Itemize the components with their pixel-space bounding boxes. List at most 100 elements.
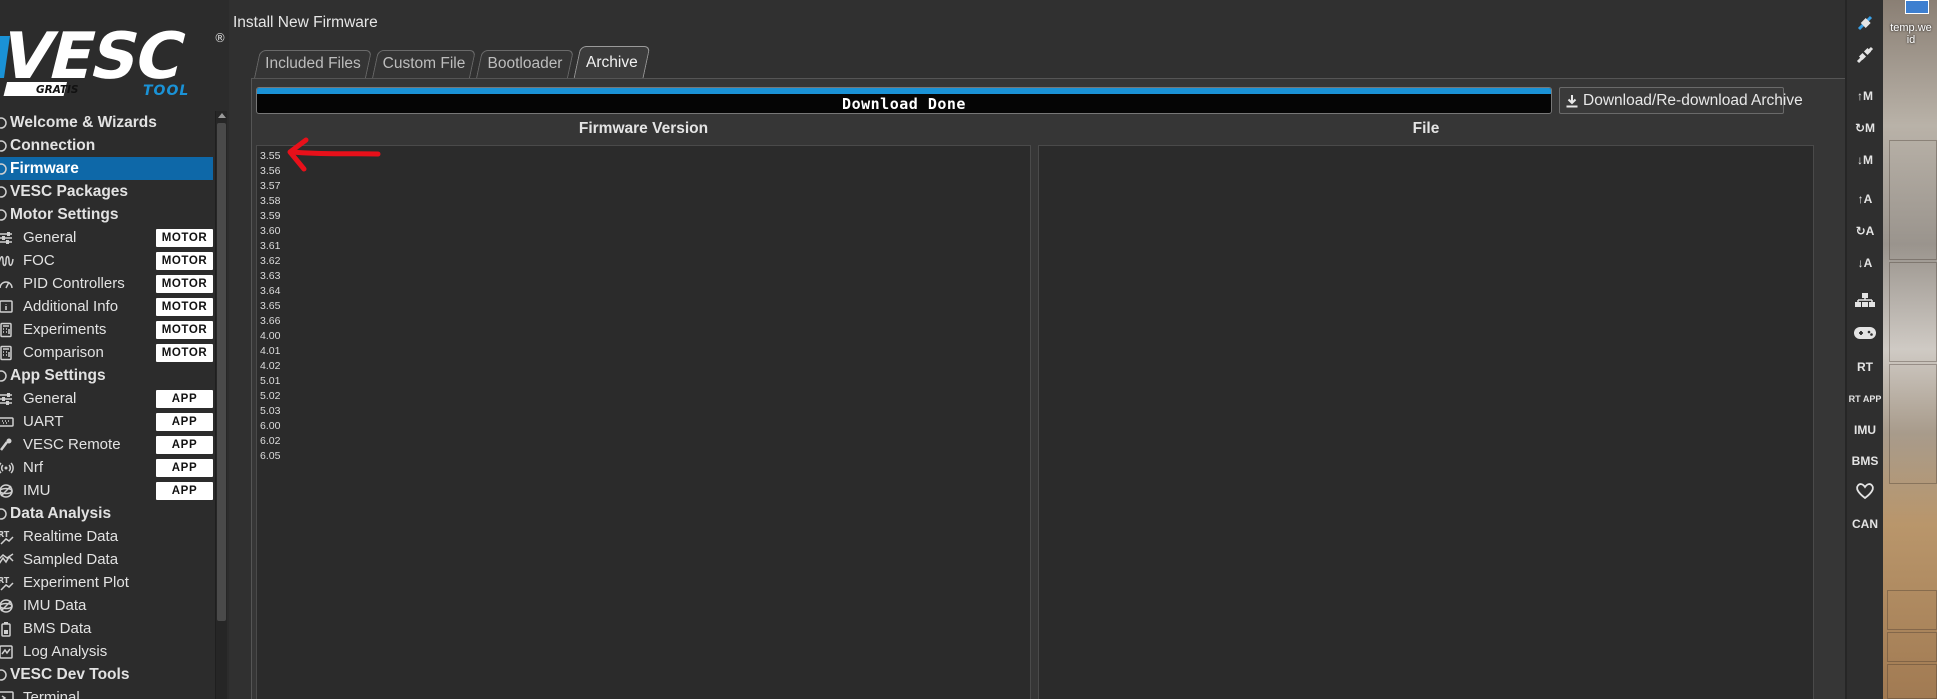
sidebar-item-general[interactable]: General APP [0, 387, 213, 410]
version-list-item[interactable]: 3.60 [260, 224, 280, 239]
sidebar-item-general[interactable]: General MOTOR [0, 226, 213, 249]
sidebar-scroll-thumb[interactable] [217, 123, 226, 621]
sidebar-item-experiment-plot[interactable]: RT Experiment Plot [0, 571, 213, 594]
connect-icon[interactable] [1847, 12, 1883, 38]
sidebar-item-nrf[interactable]: Nrf APP [0, 456, 213, 479]
sidebar-item-uart[interactable]: UART APP [0, 410, 213, 433]
sidebar-item-label: Connection [10, 136, 96, 154]
sidebar-item-pid-controllers[interactable]: PID Controllers MOTOR [0, 272, 213, 295]
version-list-item[interactable]: 3.64 [260, 284, 280, 299]
imu-stream-icon[interactable]: IMU [1847, 417, 1883, 443]
sidebar-item-badge: APP [156, 482, 213, 500]
sidebar-item-badge: MOTOR [156, 229, 213, 247]
version-list-item[interactable]: 5.02 [260, 389, 280, 404]
version-list-item[interactable]: 3.55 [260, 149, 280, 164]
tab-archive[interactable]: Archive [573, 46, 651, 78]
sidebar-item-badge: APP [156, 390, 213, 408]
serial-icon [0, 414, 14, 430]
sidebar-item-badge: APP [156, 459, 213, 477]
can-fwd-icon[interactable] [1847, 289, 1883, 315]
desktop-background [1883, 0, 1937, 699]
version-list-item[interactable]: 3.59 [260, 209, 280, 224]
read-default-app-config-icon[interactable]: ↻A [1847, 218, 1883, 244]
desktop-file-label[interactable]: temp.we id [1885, 22, 1937, 46]
version-list-item[interactable]: 6.02 [260, 434, 280, 449]
sidebar-item-connection[interactable]: Connection [0, 134, 213, 157]
info-icon [0, 299, 14, 315]
sliders-icon [0, 391, 14, 407]
sidebar-item-imu[interactable]: IMU APP [0, 479, 213, 502]
sidebar-item-data-analysis[interactable]: Data Analysis [0, 502, 213, 525]
svg-text:RT: RT [0, 576, 10, 585]
version-list-item[interactable]: 3.58 [260, 194, 280, 209]
version-list-item[interactable]: 3.56 [260, 164, 280, 179]
scroll-up-icon[interactable] [218, 113, 226, 118]
sidebar-item-sampled-data[interactable]: Sampled Data [0, 548, 213, 571]
sidebar-item-vesc-remote[interactable]: VESC Remote APP [0, 433, 213, 456]
sidebar-item-badge: APP [156, 436, 213, 454]
bms-stream-icon[interactable]: BMS [1847, 448, 1883, 474]
main-content: Install New Firmware Included Files Cust… [229, 0, 1851, 699]
imu-icon [0, 483, 14, 499]
version-list-item[interactable]: 5.01 [260, 374, 280, 389]
sidebar-item-foc[interactable]: FOC MOTOR [0, 249, 213, 272]
sidebar-item-experiments[interactable]: Experiments MOTOR [0, 318, 213, 341]
version-list-item[interactable]: 4.01 [260, 344, 280, 359]
version-list-item[interactable]: 3.62 [260, 254, 280, 269]
sidebar-scrollbar[interactable] [215, 111, 227, 699]
version-list-item[interactable]: 3.57 [260, 179, 280, 194]
read-default-motor-config-icon[interactable]: ↻M [1847, 115, 1883, 141]
page-title: Install New Firmware [233, 14, 378, 31]
sidebar-item-comparison[interactable]: Comparison MOTOR [0, 341, 213, 364]
version-list-item[interactable]: 3.66 [260, 314, 280, 329]
gamepad-icon[interactable] [1847, 322, 1883, 348]
tab-bootloader[interactable]: Bootloader [476, 50, 574, 78]
sidebar-item-label: Experiments [23, 321, 107, 338]
sidebar-item-terminal[interactable]: Terminal [0, 686, 213, 699]
desktop-file-icon[interactable] [1905, 0, 1929, 14]
can-icon[interactable]: CAN [1847, 511, 1883, 537]
sliders-icon [0, 230, 14, 246]
rt-data-icon[interactable]: RT [1847, 354, 1883, 380]
file-list[interactable] [1038, 145, 1814, 699]
version-list-item[interactable]: 3.65 [260, 299, 280, 314]
sidebar-item-label: Realtime Data [23, 528, 119, 545]
version-list-item[interactable]: 3.63 [260, 269, 280, 284]
coil-icon [0, 253, 14, 269]
sidebar-item-bms-data[interactable]: BMS Data [0, 617, 213, 640]
sidebar-item-vesc-dev-tools[interactable]: VESC Dev Tools [0, 663, 213, 686]
download-archive-button[interactable]: Download/Re-download Archive [1559, 87, 1803, 114]
read-motor-config-icon[interactable]: ↑M [1847, 83, 1883, 109]
version-list-item[interactable]: 6.00 [260, 419, 280, 434]
write-motor-config-icon[interactable]: ↓M [1847, 147, 1883, 173]
read-app-config-icon[interactable]: ↑A [1847, 186, 1883, 212]
version-list-item[interactable]: 5.03 [260, 404, 280, 419]
sidebar-item-label: UART [23, 413, 64, 430]
tab-included-files[interactable]: Included Files [254, 50, 372, 78]
sidebar-item-firmware[interactable]: Firmware [0, 157, 213, 180]
sidebar-item-label: Motor Settings [10, 205, 119, 223]
rt-app-icon[interactable]: RT APP [1847, 386, 1883, 412]
sidebar-item-additional-info[interactable]: Additional Info MOTOR [0, 295, 213, 318]
sidebar-item-motor-settings[interactable]: Motor Settings [0, 203, 213, 226]
write-app-config-icon[interactable]: ↓A [1847, 250, 1883, 276]
sidebar-item-label: Data Analysis [10, 504, 112, 522]
version-list-item[interactable]: 6.05 [260, 449, 280, 464]
calculator-icon [0, 345, 14, 361]
sidebar-item-vesc-packages[interactable]: VESC Packages [0, 180, 213, 203]
version-list-item[interactable]: 4.02 [260, 359, 280, 374]
sidebar-item-badge: MOTOR [156, 298, 213, 316]
sidebar-item-realtime-data[interactable]: RT Realtime Data [0, 525, 213, 548]
sidebar-item-log-analysis[interactable]: Log Analysis [0, 640, 213, 663]
sidebar-item-welcome-wizards[interactable]: Welcome & Wizards [0, 111, 213, 134]
sidebar-item-imu-data[interactable]: IMU Data [0, 594, 213, 617]
firmware-version-list[interactable]: 3.55 3.56 3.57 3.58 3.59 3.60 3.61 3.62 3.63 3.64… [256, 145, 1031, 699]
progress-text: Download Done [842, 95, 966, 113]
version-list-item[interactable]: 3.61 [260, 239, 280, 254]
sidebar-item-app-settings[interactable]: App Settings [0, 364, 213, 387]
tab-custom-file[interactable]: Custom File [372, 50, 476, 78]
version-list-item[interactable]: 4.00 [260, 329, 280, 344]
heart-icon[interactable] [1847, 480, 1883, 506]
disconnect-icon[interactable] [1847, 44, 1883, 70]
sidebar-item-label: Sampled Data [23, 551, 119, 568]
